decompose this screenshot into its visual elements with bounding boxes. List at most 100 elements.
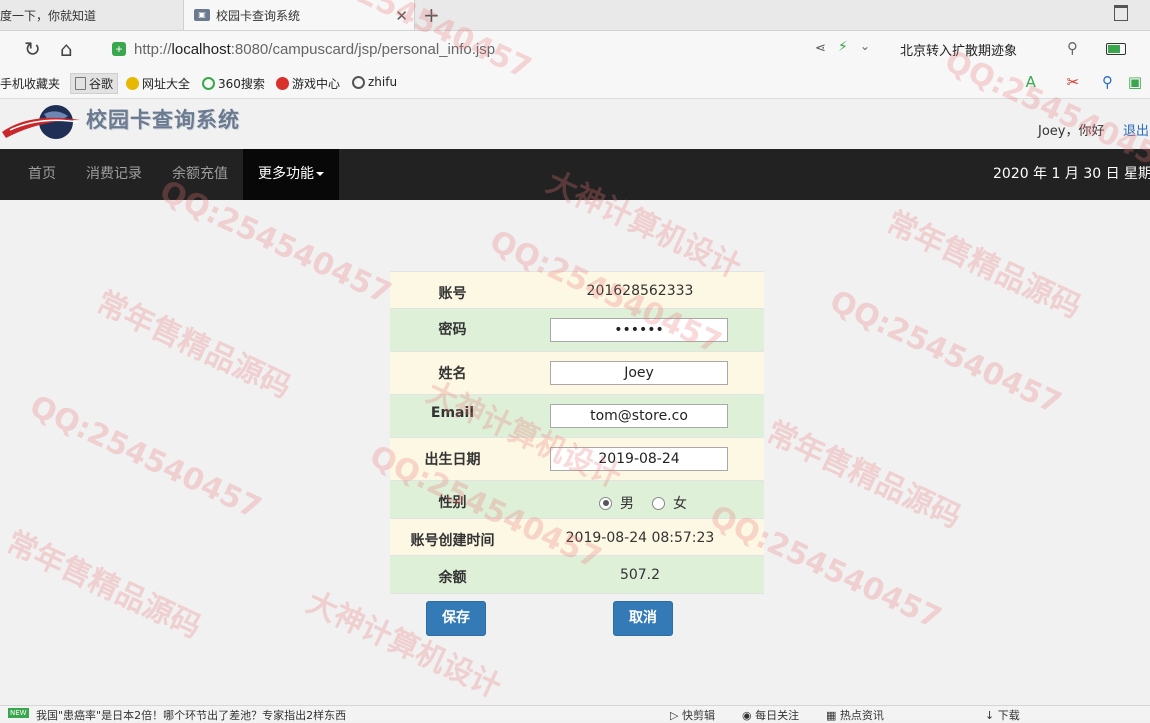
play-icon: ▷ bbox=[670, 709, 682, 722]
url-protocol: http:// bbox=[134, 40, 172, 58]
globe-logo-icon bbox=[2, 105, 80, 139]
password-label: 密码 bbox=[438, 322, 467, 338]
tab-campuscard[interactable]: ▣ 校园卡查询系统 ✕ bbox=[183, 0, 415, 30]
row-created: 账号创建时间 2019-08-24 08:57:23 bbox=[390, 518, 764, 556]
browser-status-bar: NEW 我国"患癌率"是日本2倍！哪个环节出了差池？专家指出2样东西 ▷ 快剪辑… bbox=[0, 705, 1150, 723]
translate-icon[interactable]: A bbox=[1026, 73, 1036, 91]
status-item-label: 快剪辑 bbox=[681, 709, 715, 722]
url-path: :8080/campuscard/jsp/personal_info.jsp bbox=[230, 40, 496, 58]
search-icon[interactable]: ⚲ bbox=[1067, 39, 1078, 57]
watermark-shop: 常年售精品源码 bbox=[0, 524, 207, 646]
new-badge: NEW bbox=[8, 708, 29, 718]
gender-female-radio[interactable] bbox=[652, 496, 665, 510]
bookmark-google[interactable]: 谷歌 bbox=[70, 73, 119, 94]
news-ticker[interactable]: 我国"患癌率"是日本2倍！哪个环节出了差池？专家指出2样东西 bbox=[36, 707, 346, 723]
gender-female-label: 女 bbox=[673, 496, 687, 512]
site-icon bbox=[352, 75, 365, 89]
cancel-button[interactable]: 取消 bbox=[613, 601, 673, 636]
download-icon: ↓ bbox=[985, 709, 998, 722]
bookmark-tools: A ✂ ⚲ ▣ bbox=[1026, 73, 1142, 91]
account-label: 账号 bbox=[438, 286, 467, 302]
lightning-icon[interactable]: ⚡ bbox=[838, 39, 848, 55]
watermark-shop: 常年售精品源码 bbox=[760, 414, 967, 536]
cut-icon[interactable]: ✂ bbox=[1067, 73, 1080, 91]
page-icon bbox=[75, 77, 86, 90]
battery-icon bbox=[1106, 43, 1126, 55]
main-navbar: 首页 消费记录 余额充值 更多功能 2020 年 1 月 30 日 星期四 bbox=[0, 149, 1150, 200]
url-field[interactable]: + http://localhost:8080/campuscard/jsp/p… bbox=[112, 36, 882, 62]
zoom-icon[interactable]: ⚲ bbox=[1102, 73, 1113, 91]
bookmark-zhifu[interactable]: zhifu bbox=[352, 75, 397, 89]
save-button[interactable]: 保存 bbox=[426, 601, 486, 636]
bookmarks-bar: 手机收藏夹 谷歌 网址大全 360搜索 游戏中心 zhifu A ✂ ⚲ ▣ bbox=[0, 68, 1150, 99]
current-date: 2020 年 1 月 30 日 星期四 bbox=[993, 166, 1150, 182]
balance-label: 余额 bbox=[438, 570, 467, 586]
bookmark-360[interactable]: 360搜索 bbox=[202, 75, 265, 92]
circle-play-icon: ◉ bbox=[742, 709, 756, 722]
nav-balance-recharge[interactable]: 余额充值 bbox=[172, 149, 228, 200]
status-item-label: 每日关注 bbox=[755, 709, 800, 722]
account-value: 201628562333 bbox=[586, 283, 694, 299]
watermark-design: 大神计算机设计 bbox=[300, 584, 507, 706]
reload-icon[interactable]: ↻ bbox=[24, 39, 41, 59]
hot-search-text[interactable]: 北京转入扩散期迹象 bbox=[900, 40, 1017, 59]
gender-label: 性别 bbox=[438, 495, 467, 511]
birthday-label: 出生日期 bbox=[424, 452, 481, 468]
restore-window-icon[interactable] bbox=[1114, 5, 1128, 21]
email-field[interactable] bbox=[550, 404, 728, 428]
watermark-shop: 常年售精品源码 bbox=[90, 284, 297, 406]
nav-consumption-records[interactable]: 消费记录 bbox=[86, 149, 142, 200]
bookmark-label: zhifu bbox=[368, 75, 398, 89]
nav-more-features[interactable]: 更多功能 bbox=[243, 149, 339, 200]
name-field[interactable] bbox=[550, 361, 728, 385]
tab-baidu[interactable]: 度一下，你就知道 bbox=[0, 0, 183, 30]
gender-male-label: 男 bbox=[620, 496, 634, 512]
bookmark-games[interactable]: 游戏中心 bbox=[276, 75, 340, 92]
address-bar: ↻ ⌂ + http://localhost:8080/campuscard/j… bbox=[0, 31, 1150, 68]
tab-label: 度一下，你就知道 bbox=[0, 8, 97, 23]
row-gender: 性别 男 女 bbox=[390, 480, 764, 519]
bookmark-label: 网址大全 bbox=[142, 77, 191, 91]
bookmark-nav[interactable]: 网址大全 bbox=[126, 75, 190, 92]
birthday-field[interactable] bbox=[550, 447, 728, 471]
daily-follow-link[interactable]: ◉ 每日关注 bbox=[742, 707, 799, 723]
row-email: Email bbox=[390, 394, 764, 438]
new-tab-icon[interactable]: + bbox=[423, 3, 440, 27]
created-label: 账号创建时间 bbox=[410, 533, 495, 549]
nav-home[interactable]: 首页 bbox=[28, 149, 56, 200]
gender-radio-group: 男 女 bbox=[599, 493, 687, 513]
user-greeting: Joey，你好 bbox=[1038, 124, 1105, 139]
row-password: 密码 bbox=[390, 308, 764, 352]
home-icon[interactable]: ⌂ bbox=[60, 39, 73, 59]
site-logo-text: 校园卡查询系统 bbox=[86, 108, 240, 132]
email-label: Email bbox=[430, 405, 475, 421]
status-item-label: 下载 bbox=[997, 709, 1020, 722]
share-icon[interactable]: ⋖ bbox=[815, 41, 826, 56]
close-tab-icon[interactable]: ✕ bbox=[395, 7, 408, 25]
row-birthday: 出生日期 bbox=[390, 437, 764, 481]
logout-link[interactable]: 退出 bbox=[1123, 120, 1149, 139]
gender-male-radio[interactable] bbox=[599, 496, 612, 510]
watermark-qq: QQ:254540457 bbox=[24, 388, 267, 527]
browser-tab-bar: 度一下，你就知道 ▣ 校园卡查询系统 ✕ + bbox=[0, 0, 1150, 31]
password-field[interactable] bbox=[550, 318, 728, 342]
download-link[interactable]: ↓ 下载 bbox=[985, 707, 1020, 723]
site-icon bbox=[276, 77, 289, 90]
url-host: localhost bbox=[171, 40, 231, 58]
bookmark-label: 360搜索 bbox=[218, 77, 265, 91]
chevron-down-icon[interactable]: ⌄ bbox=[860, 39, 870, 53]
bookmark-mobile[interactable]: 手机收藏夹 bbox=[0, 75, 60, 92]
hot-news-link[interactable]: ▦ 热点资讯 bbox=[826, 707, 884, 723]
bookmark-label: 游戏中心 bbox=[292, 77, 341, 91]
tab-label: 校园卡查询系统 bbox=[216, 8, 301, 23]
page-favicon-icon: ▣ bbox=[194, 9, 210, 21]
row-name: 姓名 bbox=[390, 351, 764, 395]
row-balance: 余额 507.2 bbox=[390, 555, 764, 594]
quick-edit-link[interactable]: ▷ 快剪辑 bbox=[670, 707, 715, 723]
watermark-qq: QQ:254540457 bbox=[824, 283, 1067, 422]
bookmark-label: 谷歌 bbox=[89, 77, 114, 91]
site-header: 校园卡查询系统 Joey，你好 退出 bbox=[0, 99, 1150, 149]
game-icon[interactable]: ▣ bbox=[1128, 73, 1142, 91]
caret-down-icon bbox=[316, 172, 324, 176]
site-icon bbox=[202, 77, 215, 90]
